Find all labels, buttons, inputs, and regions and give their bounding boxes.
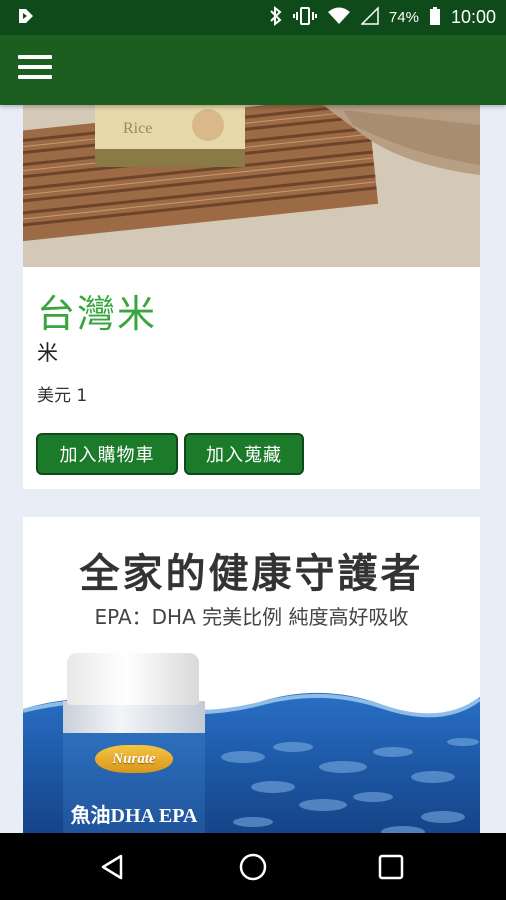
app-notification-icon <box>16 6 36 30</box>
status-bar: 74% 10:00 <box>0 0 506 35</box>
product-price: 美元 1 <box>37 386 88 406</box>
add-to-favorites-button[interactable]: 加入蒐藏 <box>184 433 304 475</box>
brand-logo: Nurate <box>95 745 173 773</box>
bottle-label-text: 魚油DHA EPA <box>70 805 198 827</box>
app-bar <box>0 35 506 105</box>
ad-subline: EPA：DHA 完美比例 純度高好吸收 <box>94 605 409 629</box>
bluetooth-icon <box>269 5 283 30</box>
add-to-cart-button[interactable]: 加入購物車 <box>36 433 178 475</box>
product-title: 台灣米 <box>37 292 158 336</box>
product-subtitle: 米 <box>37 341 58 365</box>
hamburger-menu-icon[interactable] <box>18 55 52 85</box>
product-card: Rice 台灣米 米 美元 1 加入購物車 加入蒐藏 <box>23 105 480 489</box>
vibrate-icon <box>292 6 317 30</box>
recent-apps-icon[interactable] <box>375 851 407 883</box>
svg-text:Rice: Rice <box>123 120 152 137</box>
system-navigation-bar <box>0 833 506 900</box>
home-icon[interactable] <box>237 851 269 883</box>
fish-oil-ad-banner[interactable]: 全家的健康守護者 EPA：DHA 完美比例 純度高好吸收 Nurate 魚油DH… <box>23 517 480 833</box>
fish-oil-bottle-image: Nurate 魚油DHA EPA <box>63 653 205 833</box>
clock: 10:00 <box>450 7 496 27</box>
signal-icon <box>360 5 379 30</box>
wifi-icon <box>327 6 351 30</box>
battery-percent: 74% <box>388 9 419 26</box>
rice-product-image: Rice <box>23 105 480 267</box>
back-icon[interactable] <box>97 851 129 883</box>
ad-headline: 全家的健康守護者 <box>79 551 424 597</box>
battery-icon <box>429 6 441 30</box>
product-list[interactable]: Rice 台灣米 米 美元 1 加入購物車 加入蒐藏 全家的健康守護者 EPA：… <box>0 105 506 833</box>
